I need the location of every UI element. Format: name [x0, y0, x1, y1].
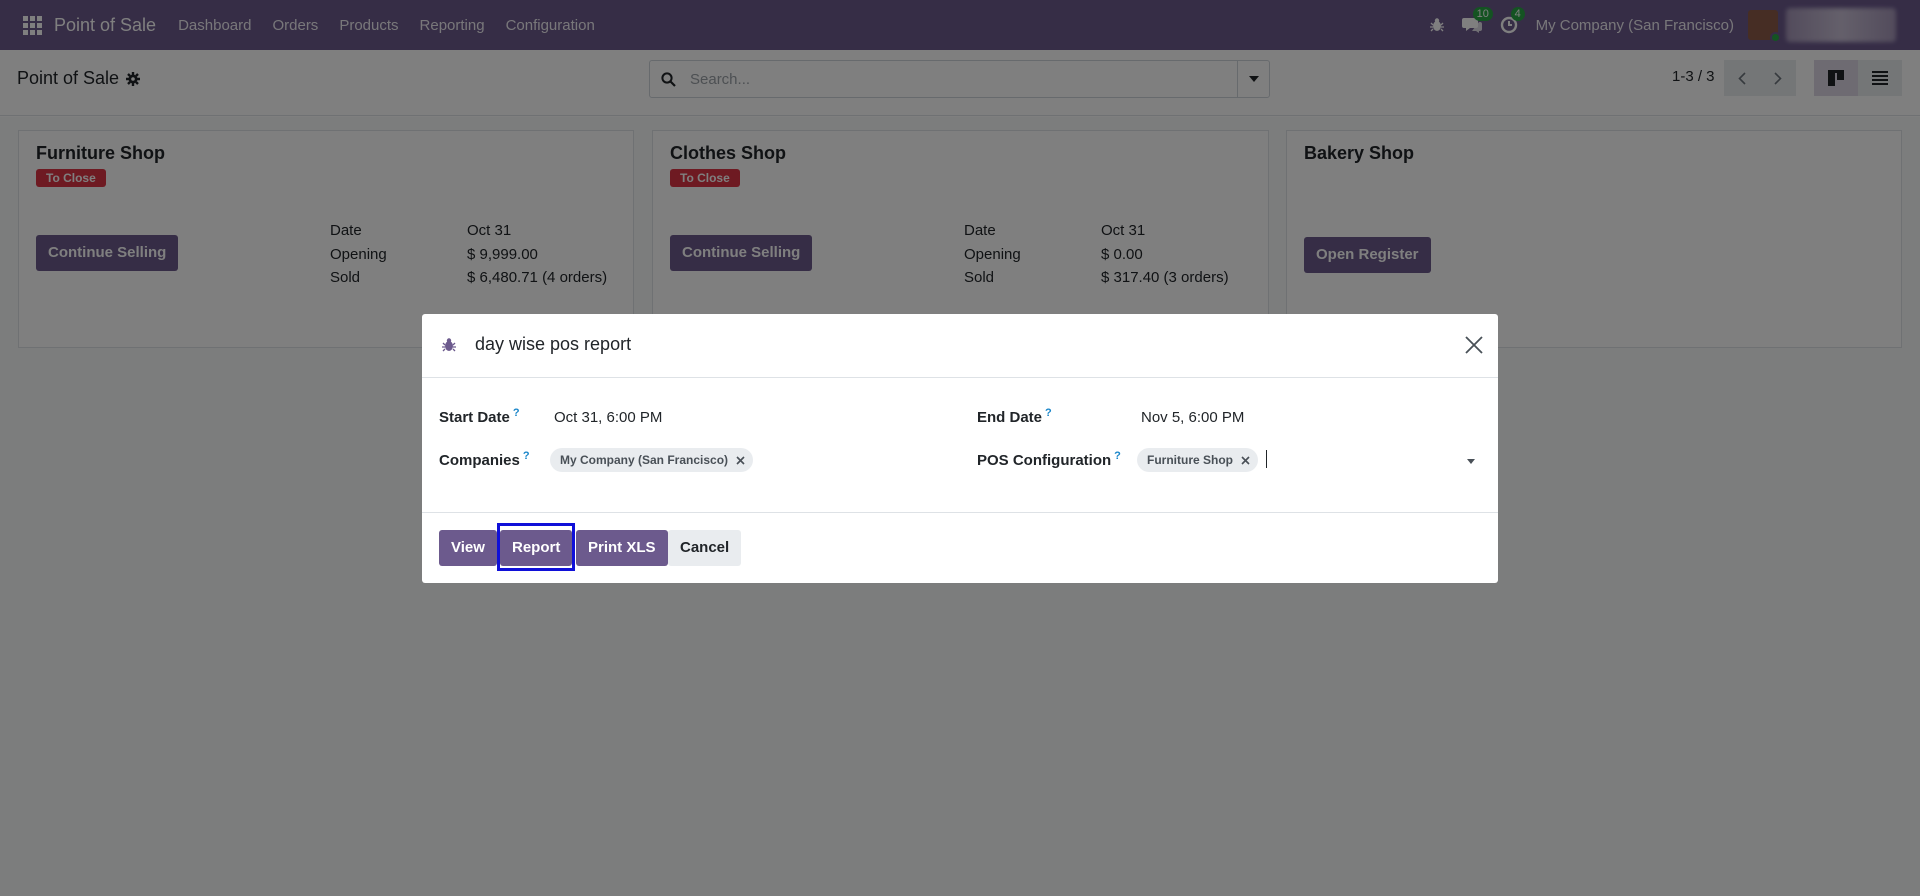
cancel-button[interactable]: Cancel [668, 530, 742, 566]
help-tooltip-icon[interactable]: ? [523, 450, 530, 462]
end-date-field[interactable]: Nov 5, 6:00 PM [1141, 409, 1244, 426]
start-date-label-text: Start Date [439, 409, 510, 426]
help-tooltip-icon[interactable]: ? [513, 407, 520, 419]
start-date-field[interactable]: Oct 31, 6:00 PM [554, 409, 662, 426]
remove-tag-icon[interactable] [736, 455, 745, 465]
help-tooltip-icon[interactable]: ? [1045, 407, 1052, 419]
report-button-focus-highlight [497, 523, 575, 571]
company-tag: My Company (San Francisco) [550, 448, 754, 472]
print-xls-button[interactable]: Print XLS [576, 530, 668, 566]
companies-label: Companies? [439, 450, 530, 469]
dropdown-caret-icon[interactable] [1467, 459, 1475, 464]
pos-configuration-label-text: POS Configuration [977, 452, 1112, 469]
end-date-label-text: End Date [977, 409, 1043, 426]
dialog-title: day wise pos report [475, 334, 632, 354]
pos-configuration-input[interactable] [1266, 450, 1267, 468]
close-icon[interactable] [1463, 334, 1485, 356]
bug-icon [442, 337, 456, 353]
company-tag-label: My Company (San Francisco) [560, 453, 729, 467]
dialog-header: day wise pos report [422, 314, 1498, 378]
companies-label-text: Companies [439, 452, 520, 469]
start-date-label: Start Date? [439, 407, 520, 426]
dialog-footer-divider [422, 512, 1498, 513]
pos-configuration-tag: Furniture Shop [1137, 448, 1258, 472]
help-tooltip-icon[interactable]: ? [1114, 450, 1121, 462]
end-date-label: End Date? [977, 407, 1052, 426]
pos-configuration-tag-label: Furniture Shop [1147, 453, 1233, 467]
view-button[interactable]: View [439, 530, 497, 566]
pos-configuration-label: POS Configuration? [977, 450, 1121, 469]
remove-tag-icon[interactable] [1241, 455, 1250, 465]
